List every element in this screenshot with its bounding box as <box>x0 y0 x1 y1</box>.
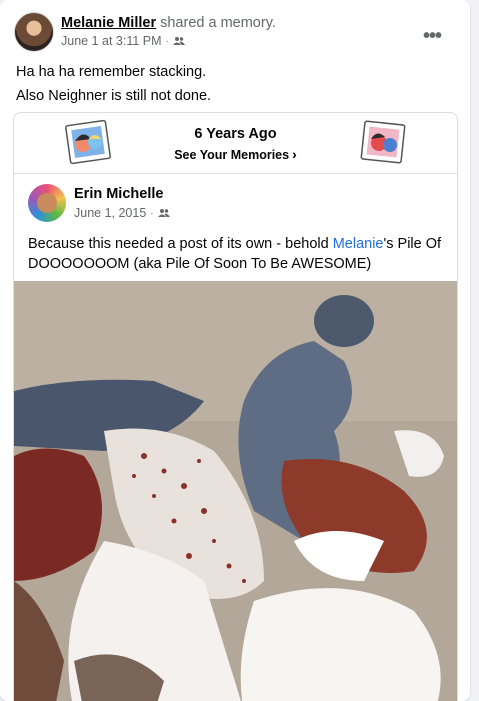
post-header-text: Melanie Miller shared a memory. June 1 a… <box>61 14 276 48</box>
post-header: Melanie Miller shared a memory. June 1 a… <box>14 12 454 52</box>
memory-attachment[interactable]: 6 Years Ago See Your Memories › Erin Mich… <box>13 112 458 701</box>
author-line: Melanie Miller shared a memory. <box>61 14 276 32</box>
original-post-date-link[interactable]: June 1, 2015 <box>74 206 146 220</box>
post-caption: Ha ha ha remember stacking. Also Neighne… <box>16 60 211 108</box>
chevron-right-icon: › <box>292 146 297 162</box>
original-post-text: Because this needed a post of its own - … <box>14 232 457 278</box>
author-name-link[interactable]: Melanie Miller <box>61 15 156 31</box>
original-post-meta: June 1, 2015 · <box>74 206 170 220</box>
caption-line: Ha ha ha remember stacking. <box>16 64 207 80</box>
post-timestamp-link[interactable]: June 1 at 3:11 PM <box>61 34 162 48</box>
original-author-avatar[interactable] <box>28 184 66 222</box>
meta-separator: · <box>165 35 169 47</box>
post-photo[interactable] <box>14 281 457 701</box>
author-avatar[interactable] <box>14 12 54 52</box>
mention-link[interactable]: Melanie <box>333 236 384 252</box>
original-text-part: Because this needed a post of its own - … <box>28 236 333 252</box>
meta-separator: · <box>150 207 154 219</box>
original-post-header: Erin Michelle June 1, 2015 · <box>14 174 457 232</box>
friends-icon <box>172 37 185 45</box>
memory-post-card: Melanie Miller shared a memory. June 1 a… <box>0 0 470 701</box>
original-author-name-link[interactable]: Erin Michelle <box>74 186 163 202</box>
memory-banner: 6 Years Ago See Your Memories › <box>14 113 457 174</box>
post-meta: June 1 at 3:11 PM · <box>61 34 276 48</box>
friends-icon <box>157 209 170 217</box>
caption-line: Also Neighner is still not done. <box>16 88 212 104</box>
post-action-text: shared a memory. <box>156 15 276 31</box>
memory-illustration-right-icon <box>360 120 406 164</box>
more-options-button[interactable]: ••• <box>414 18 450 54</box>
see-your-memories-label: See Your Memories <box>174 148 290 162</box>
